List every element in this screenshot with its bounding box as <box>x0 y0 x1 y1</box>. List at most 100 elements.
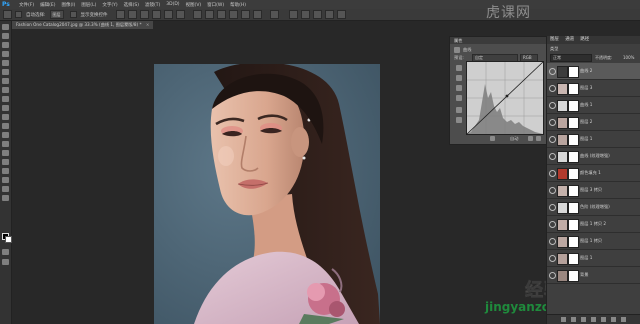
pen-tool-icon[interactable] <box>2 150 9 156</box>
layer-thumbnail[interactable] <box>557 151 568 163</box>
layer-row[interactable]: 图层 1 拷贝 2 <box>547 216 640 233</box>
curve-edit-points-icon[interactable] <box>456 107 462 113</box>
3d-roll-icon[interactable] <box>312 10 322 19</box>
layer-mask-thumbnail[interactable] <box>568 219 579 231</box>
layer-visibility-eye-icon[interactable] <box>549 136 556 143</box>
align-hcenter-icon[interactable] <box>163 10 173 19</box>
quick-select-tool-icon[interactable] <box>2 51 9 57</box>
auto-button[interactable]: 自动 <box>510 136 518 142</box>
menu-help[interactable]: 帮助(H) <box>230 2 246 8</box>
brush-tool-icon[interactable] <box>2 87 9 93</box>
move-tool-icon[interactable] <box>2 24 9 30</box>
marquee-tool-icon[interactable] <box>2 33 9 39</box>
layer-name[interactable]: 曲线 2 <box>580 68 592 74</box>
layer-thumbnail[interactable] <box>557 100 568 112</box>
layer-name[interactable]: 图层 2 <box>580 119 592 125</box>
tab-channels[interactable]: 通道 <box>565 37 574 42</box>
gradient-tool-icon[interactable] <box>2 123 9 129</box>
layer-name[interactable]: 图层 1 <box>580 255 592 261</box>
menu-filter[interactable]: 滤镜(T) <box>145 2 160 8</box>
layer-row[interactable]: 背景 <box>547 267 640 284</box>
layer-row[interactable]: 曲线 2 <box>547 63 640 80</box>
layer-thumbnail[interactable] <box>557 83 568 95</box>
distribute-hcenter-icon[interactable] <box>240 10 250 19</box>
layer-mask-thumbnail[interactable] <box>568 270 579 282</box>
3d-pan-icon[interactable] <box>324 10 334 19</box>
distribute-right-icon[interactable] <box>252 10 262 19</box>
layer-row[interactable]: 曲线 1 <box>547 97 640 114</box>
eyedropper-tool-icon[interactable] <box>2 69 9 75</box>
gray-point-eyedropper-icon[interactable] <box>456 85 462 91</box>
lasso-tool-icon[interactable] <box>2 42 9 48</box>
layer-mask-thumbnail[interactable] <box>568 236 579 248</box>
adjustment-layer-icon[interactable] <box>591 317 596 322</box>
3d-slide-icon[interactable] <box>336 10 346 19</box>
layer-mask-thumbnail[interactable] <box>568 185 579 197</box>
blur-tool-icon[interactable] <box>2 132 9 138</box>
layer-mask-thumbnail[interactable] <box>568 168 579 180</box>
align-left-icon[interactable] <box>151 10 161 19</box>
filter-kind-dropdown[interactable]: 类型 <box>550 46 558 51</box>
layer-thumbnail[interactable] <box>557 185 568 197</box>
background-color-swatch[interactable] <box>5 236 12 243</box>
menu-select[interactable]: 选择(S) <box>124 2 139 8</box>
layer-thumbnail[interactable] <box>557 66 568 78</box>
delete-layer-icon[interactable] <box>621 317 626 322</box>
white-point-eyedropper-icon[interactable] <box>456 95 462 101</box>
layer-name[interactable]: 颜色填充 1 <box>580 170 601 176</box>
layer-name[interactable]: 图层 1 <box>580 136 592 142</box>
layer-name[interactable]: 曲线 (纹理增强) <box>580 153 610 159</box>
new-layer-icon[interactable] <box>611 317 616 322</box>
close-icon[interactable]: × <box>146 22 150 27</box>
path-select-tool-icon[interactable] <box>2 168 9 174</box>
hand-tool-icon[interactable] <box>2 186 9 192</box>
menu-3d[interactable]: 3D(D) <box>166 2 179 7</box>
layer-name[interactable]: 图层 1 拷贝 2 <box>580 221 606 227</box>
layer-row[interactable]: 图层 3 <box>547 80 640 97</box>
layer-visibility-eye-icon[interactable] <box>549 68 556 75</box>
on-image-adjust-icon[interactable] <box>456 65 462 71</box>
distribute-left-icon[interactable] <box>228 10 238 19</box>
layer-thumbnail[interactable] <box>557 270 568 282</box>
blend-mode-dropdown[interactable]: 正常 <box>550 54 592 62</box>
menu-type[interactable]: 文字(Y) <box>102 2 117 8</box>
layer-mask-thumbnail[interactable] <box>568 100 579 112</box>
distribute-top-icon[interactable] <box>192 10 202 19</box>
layer-mask-thumbnail[interactable] <box>568 66 579 78</box>
healing-brush-tool-icon[interactable] <box>2 78 9 84</box>
layer-thumbnail[interactable] <box>557 117 568 129</box>
layer-thumbnail[interactable] <box>557 236 568 248</box>
layer-name[interactable]: 图层 3 <box>580 85 592 91</box>
layer-thumbnail[interactable] <box>557 202 568 214</box>
group-folder-icon[interactable] <box>601 317 606 322</box>
layer-visibility-eye-icon[interactable] <box>549 255 556 262</box>
crop-tool-icon[interactable] <box>2 60 9 66</box>
clone-stamp-tool-icon[interactable] <box>2 96 9 102</box>
dodge-tool-icon[interactable] <box>2 141 9 147</box>
layer-style-icon[interactable] <box>571 317 576 322</box>
properties-panel-header[interactable]: 属性 <box>450 37 546 44</box>
link-layers-icon[interactable] <box>561 317 566 322</box>
shape-tool-icon[interactable] <box>2 177 9 183</box>
curves-graph[interactable] <box>466 61 544 135</box>
tab-layers[interactable]: 图层 <box>550 37 559 42</box>
add-mask-icon[interactable] <box>581 317 586 322</box>
layer-visibility-eye-icon[interactable] <box>549 85 556 92</box>
layer-thumbnail[interactable] <box>557 253 568 265</box>
clip-to-layer-icon[interactable] <box>490 136 495 141</box>
layer-visibility-eye-icon[interactable] <box>549 204 556 211</box>
layer-thumbnail[interactable] <box>557 134 568 146</box>
layer-row[interactable]: 图层 1 <box>547 131 640 148</box>
auto-select-checkbox[interactable] <box>15 11 22 18</box>
layer-name[interactable]: 色阶 (纹理增强) <box>580 204 610 210</box>
quick-mask-icon[interactable] <box>2 249 9 255</box>
layer-name[interactable]: 背景 <box>580 272 588 278</box>
layer-name[interactable]: 图层 3 拷贝 <box>580 187 602 193</box>
layer-visibility-eye-icon[interactable] <box>549 221 556 228</box>
layer-mask-thumbnail[interactable] <box>568 134 579 146</box>
layer-mask-thumbnail[interactable] <box>568 117 579 129</box>
layer-visibility-eye-icon[interactable] <box>549 187 556 194</box>
layer-row[interactable]: 曲线 (纹理增强) <box>547 148 640 165</box>
curve-draw-pencil-icon[interactable] <box>456 117 462 123</box>
align-top-icon[interactable] <box>115 10 125 19</box>
